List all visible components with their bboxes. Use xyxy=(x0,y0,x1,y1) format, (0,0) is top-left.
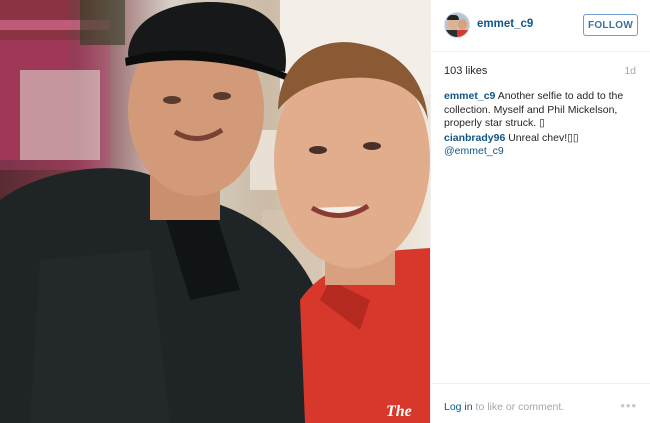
left-person-eye-left xyxy=(163,96,181,104)
avatar-face-right xyxy=(458,19,467,30)
left-person-eye-right xyxy=(213,92,231,100)
comment-mention[interactable]: @emmet_c9 xyxy=(444,145,504,157)
right-person-eye-left xyxy=(309,146,327,154)
bg-shelf xyxy=(80,0,125,45)
login-link[interactable]: Log in xyxy=(444,401,473,413)
jacket-quilting xyxy=(30,250,170,423)
follow-button[interactable]: FOLLOW xyxy=(583,14,638,36)
comment-list: emmet_c9 Another selfie to add to the co… xyxy=(444,90,640,160)
post-header: emmet_c9 FOLLOW xyxy=(431,0,650,52)
comment-author[interactable]: emmet_c9 xyxy=(444,90,495,102)
post-footer: Log in to like or comment. ••• xyxy=(431,383,650,423)
post-photo: The xyxy=(0,0,430,423)
comment-item: emmet_c9 Another selfie to add to the co… xyxy=(444,90,640,131)
avatar-shirt xyxy=(457,30,469,37)
right-person-eye-right xyxy=(363,142,381,150)
comment-item: cianbrady96 Unreal chev!▯▯ @emmet_c9 xyxy=(444,132,640,159)
more-options-icon[interactable]: ••• xyxy=(620,398,637,413)
likes-count[interactable]: 103 likes xyxy=(444,65,487,77)
username-link[interactable]: emmet_c9 xyxy=(477,18,533,30)
post-age[interactable]: 1d xyxy=(624,65,636,77)
avatar[interactable] xyxy=(444,12,470,38)
comment-text: Unreal chev!▯▯ xyxy=(505,131,579,144)
photo-illustration: The xyxy=(0,0,430,423)
avatar-cap xyxy=(447,15,459,20)
post-sidebar: emmet_c9 FOLLOW 103 likes 1d emmet_c9 An… xyxy=(430,0,650,423)
bg-window xyxy=(20,70,100,160)
shirt-logo: The xyxy=(386,403,412,420)
login-suffix: to like or comment. xyxy=(472,401,565,413)
login-prompt: Log in to like or comment. xyxy=(444,401,564,413)
comment-author[interactable]: cianbrady96 xyxy=(444,132,505,144)
